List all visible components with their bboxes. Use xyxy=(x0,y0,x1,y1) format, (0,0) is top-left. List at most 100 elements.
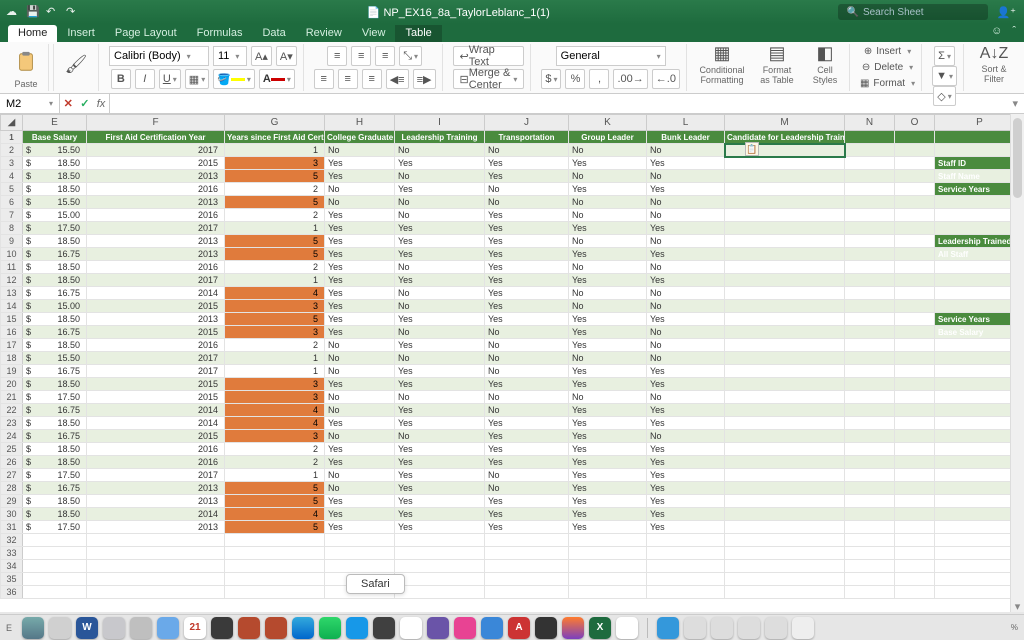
decrease-indent-icon[interactable]: ◀≡ xyxy=(386,69,409,89)
dock-app[interactable] xyxy=(684,617,706,639)
table-row[interactable]: 15$18.5020135YesYesYesYesYesService Year… xyxy=(1,313,1024,326)
dock-app[interactable] xyxy=(562,617,584,639)
increase-font-icon[interactable]: A▴ xyxy=(251,46,272,66)
table-header[interactable]: Years since First Aid Certification xyxy=(225,131,325,144)
row-header[interactable]: 18 xyxy=(1,352,23,365)
currency-icon[interactable]: $ xyxy=(541,69,561,89)
row-header[interactable]: 14 xyxy=(1,300,23,313)
row-header[interactable]: 6 xyxy=(1,196,23,209)
enter-formula-icon[interactable]: ✓ xyxy=(80,97,89,110)
table-header[interactable]: Transportation xyxy=(485,131,569,144)
decrease-font-icon[interactable]: A▾ xyxy=(276,46,297,66)
percent-icon[interactable]: % xyxy=(565,69,585,89)
italic-button[interactable]: I xyxy=(135,69,155,89)
row-header[interactable]: 12 xyxy=(1,274,23,287)
table-row[interactable]: 27$17.5020171NoYesNoYesYes xyxy=(1,469,1024,482)
table-row[interactable]: 23$18.5020144YesYesYesYesYes xyxy=(1,417,1024,430)
name-box[interactable]: M2▾ xyxy=(0,94,60,113)
dock-app[interactable] xyxy=(103,617,125,639)
row-header[interactable]: 28 xyxy=(1,482,23,495)
comma-icon[interactable]: , xyxy=(589,69,609,89)
table-row[interactable]: 10$16.7520135YesYesYesYesYesAll Staff xyxy=(1,248,1024,261)
row-header[interactable]: 15 xyxy=(1,313,23,326)
row-header[interactable]: 16 xyxy=(1,326,23,339)
dock-app[interactable] xyxy=(535,617,557,639)
col-header-F[interactable]: F xyxy=(87,115,225,131)
dock-app[interactable] xyxy=(22,617,44,639)
table-row[interactable]: 7$15.0020162YesNoYesNoNo xyxy=(1,209,1024,222)
clear-icon[interactable]: ◇ xyxy=(933,86,955,106)
tab-page-layout[interactable]: Page Layout xyxy=(105,25,187,42)
table-row[interactable]: 21$17.5020153NoNoNoNoNo xyxy=(1,391,1024,404)
align-right-icon[interactable]: ≡ xyxy=(362,69,382,89)
tab-insert[interactable]: Insert xyxy=(57,25,105,42)
table-row[interactable]: 14$15.0020153YesNoYesNoNo xyxy=(1,300,1024,313)
tab-table[interactable]: Table xyxy=(395,25,441,42)
col-header-M[interactable]: M xyxy=(725,115,845,131)
align-left-icon[interactable]: ≡ xyxy=(314,69,334,89)
table-row[interactable]: 22$16.7520144NoYesNoYesYes xyxy=(1,404,1024,417)
tab-data[interactable]: Data xyxy=(252,25,295,42)
share-icon[interactable]: 👤⁺ xyxy=(996,6,1016,19)
table-row[interactable]: 20$18.5020153YesYesYesYesYes xyxy=(1,378,1024,391)
spreadsheet-grid[interactable]: ◢EFGHIJKLMNOP 1Base SalaryFirst Aid Cert… xyxy=(0,114,1024,612)
dock-app[interactable]: 21 xyxy=(184,617,206,639)
dock-app[interactable] xyxy=(130,617,152,639)
smiley-icon[interactable]: ☺ xyxy=(991,25,1002,37)
sort-filter-button[interactable]: A↓ZSort & Filter xyxy=(974,46,1014,82)
font-color-button[interactable]: A xyxy=(259,69,295,89)
row-header[interactable]: 7 xyxy=(1,209,23,222)
table-row[interactable]: 24$16.7520153NoNoYesYesNo xyxy=(1,430,1024,443)
paste-button[interactable] xyxy=(10,46,42,78)
table-row[interactable]: 3$18.5020153YesYesYesYesYesStaff ID xyxy=(1,157,1024,170)
dock-app[interactable] xyxy=(265,617,287,639)
table-row[interactable]: 17$18.5020162NoYesNoYesNo xyxy=(1,339,1024,352)
tab-home[interactable]: Home xyxy=(8,25,57,42)
row-header[interactable]: 17 xyxy=(1,339,23,352)
row-header[interactable]: 29 xyxy=(1,495,23,508)
increase-decimal-icon[interactable]: .00→ xyxy=(613,69,647,89)
table-row[interactable]: 19$16.7520171NoYesNoYesYes xyxy=(1,365,1024,378)
borders-button[interactable]: ▦ xyxy=(185,69,209,89)
collapse-ribbon-icon[interactable]: ˆ xyxy=(1012,25,1016,37)
dock-app[interactable] xyxy=(238,617,260,639)
number-format-select[interactable]: General xyxy=(556,46,666,66)
row-header[interactable]: 8 xyxy=(1,222,23,235)
row-header[interactable]: 2 xyxy=(1,144,23,157)
autosave-icon[interactable]: ☁ xyxy=(6,5,20,19)
row-header[interactable]: 30 xyxy=(1,508,23,521)
dock-app[interactable] xyxy=(292,617,314,639)
col-header-J[interactable]: J xyxy=(485,115,569,131)
row-header[interactable]: 1 xyxy=(1,131,23,144)
dock-app[interactable] xyxy=(319,617,341,639)
align-bottom-icon[interactable]: ≡ xyxy=(375,46,395,66)
vertical-scrollbar[interactable]: ▾ xyxy=(1010,114,1024,612)
col-header-L[interactable]: L xyxy=(647,115,725,131)
underline-button[interactable]: U xyxy=(159,69,181,89)
wrap-text-button[interactable]: ↩ Wrap Text xyxy=(453,46,525,66)
dock-app[interactable] xyxy=(400,617,422,639)
expand-formula-icon[interactable]: ▾ xyxy=(1006,97,1024,110)
format-as-table-button[interactable]: ▤Format as Table xyxy=(757,46,797,82)
fill-color-button[interactable]: 🪣 xyxy=(213,69,255,89)
table-row[interactable]: 25$18.5020162YesYesYesYesYes xyxy=(1,443,1024,456)
col-header-I[interactable]: I xyxy=(395,115,485,131)
dock-app[interactable] xyxy=(616,617,638,639)
row-header[interactable]: 20 xyxy=(1,378,23,391)
col-header-H[interactable]: H xyxy=(325,115,395,131)
dock-app[interactable] xyxy=(792,617,814,639)
row-header[interactable]: 4 xyxy=(1,170,23,183)
row-header[interactable]: 5 xyxy=(1,183,23,196)
dock-app[interactable] xyxy=(738,617,760,639)
row-header[interactable]: 11 xyxy=(1,261,23,274)
dock-app[interactable] xyxy=(765,617,787,639)
tab-formulas[interactable]: Formulas xyxy=(187,25,253,42)
autosum-icon[interactable]: Σ xyxy=(934,46,955,66)
table-row[interactable]: 29$18.5020135YesYesYesYesYes xyxy=(1,495,1024,508)
table-header[interactable]: Base Salary xyxy=(23,131,87,144)
row-header[interactable]: 9 xyxy=(1,235,23,248)
dock-app[interactable] xyxy=(427,617,449,639)
table-header[interactable]: Bunk Leader xyxy=(647,131,725,144)
merge-center-button[interactable]: ⊟ Merge & Center xyxy=(453,69,525,89)
col-header-N[interactable]: N xyxy=(845,115,895,131)
